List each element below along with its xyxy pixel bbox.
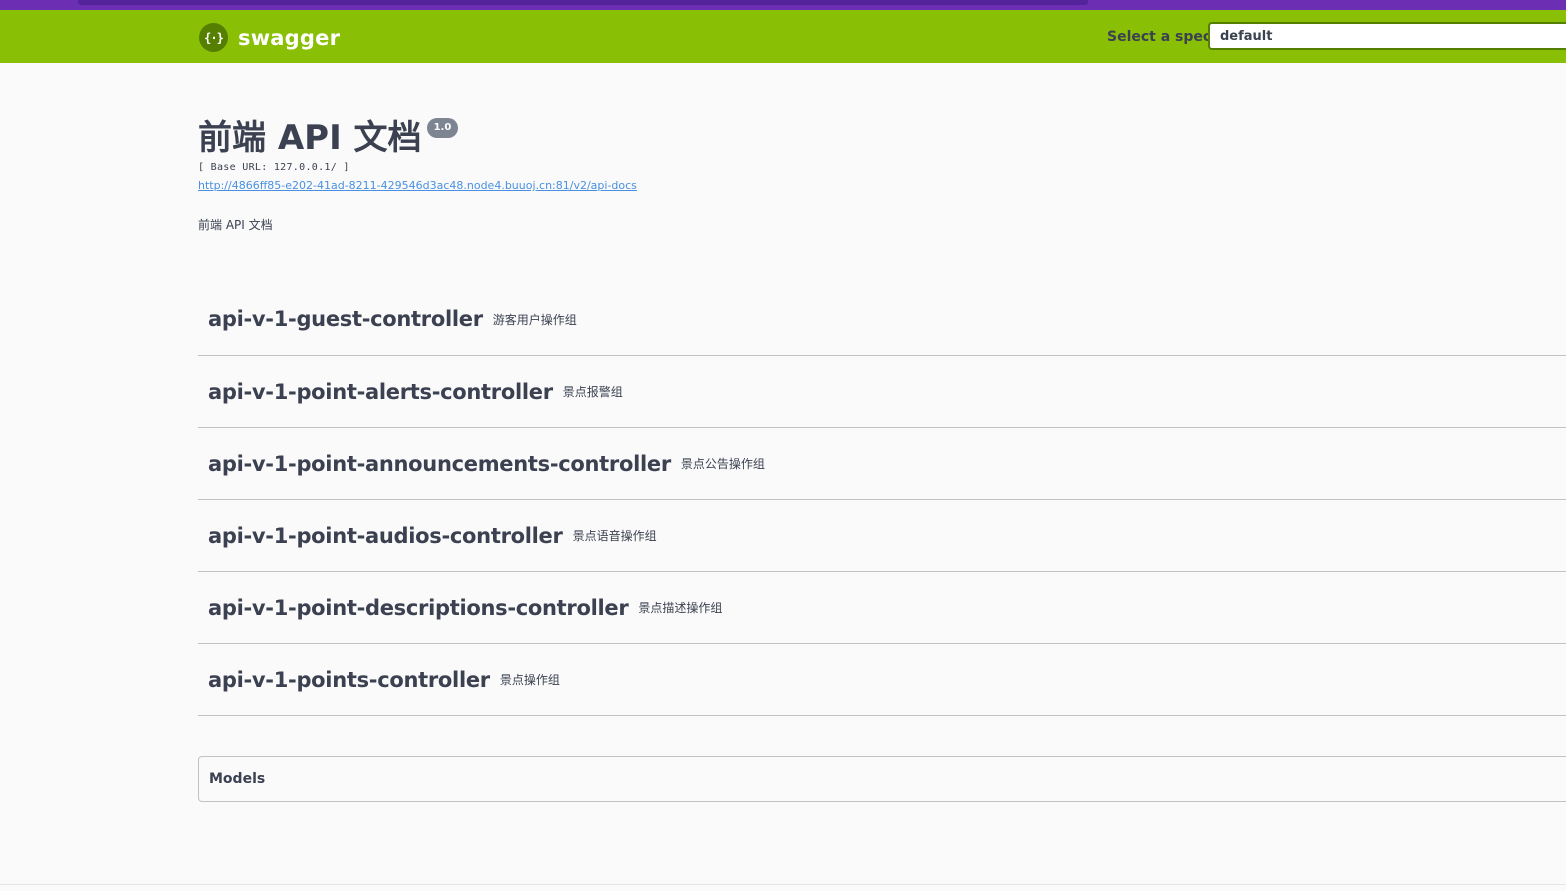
brand-name: swagger: [238, 25, 341, 50]
models-section[interactable]: Models: [198, 756, 1566, 802]
tag-description: 游客用户操作组: [492, 312, 577, 327]
page-title: 前端 API 文档: [198, 118, 422, 158]
swagger-topbar: {·} swagger Select a spec default: [0, 10, 1566, 63]
models-title: Models: [209, 771, 266, 787]
tag-name: api-v-1-points-controller: [208, 667, 490, 692]
page-bottom-divider: [0, 884, 1566, 885]
tag-description: 景点操作组: [499, 673, 560, 687]
browser-chrome-strip: [0, 0, 1566, 10]
tag-section-guest[interactable]: api-v-1-guest-controller 游客用户操作组: [198, 283, 1566, 356]
spec-select-label: Select a spec: [1107, 29, 1212, 45]
tag-section-point-descriptions[interactable]: api-v-1-point-descriptions-controller 景点…: [198, 572, 1566, 644]
tag-description: 景点报警组: [562, 385, 623, 399]
tag-section-point-announcements[interactable]: api-v-1-point-announcements-controller 景…: [198, 428, 1566, 500]
tag-name: api-v-1-point-audios-controller: [208, 523, 563, 548]
swagger-braces-icon: {·}: [199, 23, 228, 52]
tag-description: 景点语音操作组: [572, 529, 657, 543]
tag-name: api-v-1-point-descriptions-controller: [208, 595, 629, 620]
tag-name: api-v-1-guest-controller: [208, 307, 483, 331]
tag-name: api-v-1-point-announcements-controller: [208, 451, 671, 476]
version-badge: 1.0: [426, 118, 459, 138]
api-info: 前端 API 文档 1.0 [ Base URL: 127.0.0.1/ ] h…: [198, 112, 637, 233]
api-docs-link[interactable]: http://4866ff85-e202-41ad-8211-429546d3a…: [198, 179, 637, 192]
tag-description: 景点描述操作组: [638, 601, 723, 615]
tag-name: api-v-1-point-alerts-controller: [208, 379, 553, 404]
tag-section-point-alerts[interactable]: api-v-1-point-alerts-controller 景点报警组: [198, 356, 1566, 428]
title-row: 前端 API 文档 1.0: [198, 112, 637, 164]
swagger-logo[interactable]: {·} swagger: [199, 23, 340, 52]
browser-tab-bar: [78, 0, 1088, 5]
tag-list: api-v-1-guest-controller 游客用户操作组 api-v-1…: [198, 283, 1566, 716]
api-description: 前端 API 文档: [198, 218, 273, 232]
tag-section-point-audios[interactable]: api-v-1-point-audios-controller 景点语音操作组: [198, 500, 1566, 572]
spec-select-value: default: [1220, 29, 1273, 44]
tag-section-points[interactable]: api-v-1-points-controller 景点操作组: [198, 644, 1566, 716]
tag-description: 景点公告操作组: [680, 457, 765, 471]
spec-select[interactable]: default: [1208, 22, 1566, 50]
